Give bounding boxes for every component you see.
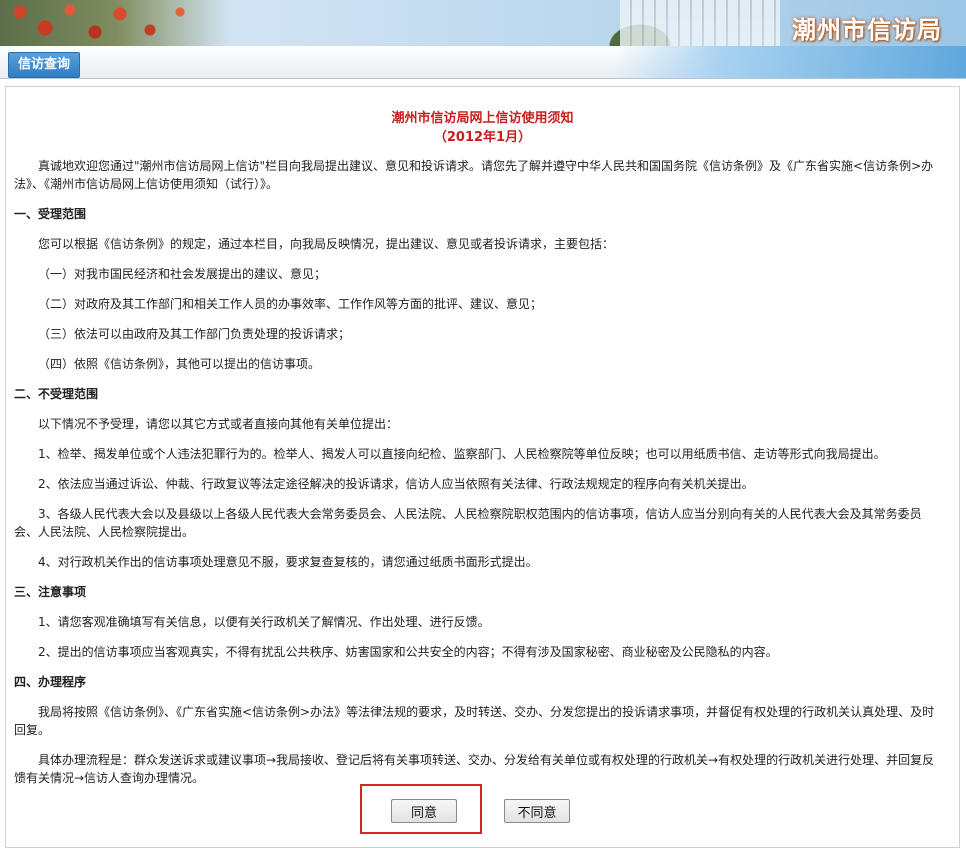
document-paragraph: 您可以根据《信访条例》的规定，通过本栏目，向我局反映情况，提出建议、意见或者投诉… — [38, 237, 615, 251]
document-paragraph: 2、提出的信访事项应当客观真实，不得有扰乱公共秩序、妨害国家和公共安全的内容；不… — [38, 645, 778, 659]
disagree-button[interactable]: 不同意 — [504, 799, 570, 823]
section-heading: 三、注意事项 — [14, 585, 87, 599]
section-heading: 一、受理范围 — [14, 207, 87, 221]
document-paragraph: 1、请您客观准确填写有关信息，以便有关行政机关了解情况、作出处理、进行反馈。 — [38, 615, 490, 629]
document-body: 真诚地欢迎您通过"潮州市信访局网上信访"栏目向我局提出建议、意见和投诉请求。请您… — [14, 157, 944, 799]
document-paragraph: 3、各级人民代表大会以及县级以上各级人民代表大会常务委员会、人民法院、人民检察院… — [14, 507, 922, 539]
tab-petition-query[interactable]: 信访查询 — [8, 52, 81, 78]
document-paragraph: （一）对我市国民经济和社会发展提出的建议、意见； — [38, 267, 327, 281]
nav-decoration — [616, 46, 966, 78]
document-title-main: 潮州市信访局网上信访使用须知 — [391, 111, 574, 126]
document-title: 潮州市信访局网上信访使用须知 （2012年1月） — [6, 109, 959, 147]
site-title: 潮州市信访局 — [792, 15, 942, 44]
section-heading: 二、不受理范围 — [14, 387, 99, 401]
document-paragraph: 我局将按照《信访条例》、《广东省实施<信访条例>办法》等法律法规的要求，及时转送… — [14, 705, 935, 737]
document-paragraph: （四）依照《信访条例》，其他可以提出的信访事项。 — [38, 357, 321, 371]
banner-building-image — [620, 0, 780, 46]
banner-flowers-image — [0, 0, 230, 46]
document-paragraph: （二）对政府及其工作部门和相关工作人员的办事效率、工作作风等方面的批评、建议、意… — [38, 297, 543, 311]
agree-button[interactable]: 同意 — [391, 799, 457, 823]
document-paragraph: 以下情况不予受理，请您以其它方式或者直接向其他有关单位提出： — [38, 417, 399, 431]
content-panel: 潮州市信访局网上信访使用须知 （2012年1月） 真诚地欢迎您通过"潮州市信访局… — [5, 86, 960, 848]
header-banner: 潮州市信访局 — [0, 0, 966, 46]
document-paragraph: 2、依法应当通过诉讼、仲裁、行政复议等法定途径解决的投诉请求，信访人应当依照有关… — [38, 477, 754, 491]
document-paragraph: 4、对行政机关作出的信访事项处理意见不服，要求复查复核的，请您通过纸质书面形式提… — [38, 555, 538, 569]
section-heading: 四、办理程序 — [14, 675, 87, 689]
document-paragraph: （三）依法可以由政府及其工作部门负责处理的投诉请求； — [38, 327, 351, 341]
document-paragraph: 1、检举、揭发单位或个人违法犯罪行为的。检举人、揭发人可以直接向纪检、监察部门、… — [38, 447, 886, 461]
document-paragraph: 具体办理流程是：群众发送诉求或建议事项→我局接收、登记后将有关事项转送、交办、分… — [14, 753, 935, 785]
document-paragraph: 真诚地欢迎您通过"潮州市信访局网上信访"栏目向我局提出建议、意见和投诉请求。请您… — [14, 159, 934, 191]
document-title-date: （2012年1月） — [433, 130, 532, 145]
nav-bar: 信访查询 — [0, 46, 966, 79]
